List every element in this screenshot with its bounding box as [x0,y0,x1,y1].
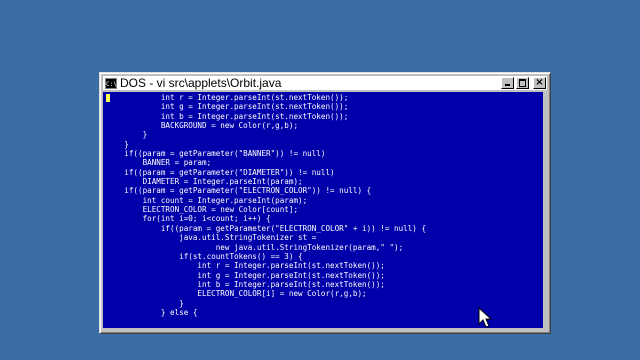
code-line: int r = Integer.parseInt(st.nextToken())… [106,261,385,271]
scrollbar[interactable] [543,92,547,328]
code-line: if((param = getParameter("DIAMETER")) !=… [106,167,335,177]
code-line: int b = Integer.parseInt(st.nextToken())… [106,279,385,289]
title-bar-buttons: × [501,77,546,89]
maximize-button[interactable] [516,77,529,89]
code-line: int g = Integer.parseInt(st.nextToken())… [106,102,349,112]
title-bar[interactable]: C:\ DOS - vi src\applets\Orbit.java × [103,76,547,90]
minimize-button[interactable] [501,77,514,89]
code-line: int g = Integer.parseInt(st.nextToken())… [106,270,385,280]
window-title: DOS - vi src\applets\Orbit.java [120,76,282,90]
code-line: int count = Integer.parseInt(param); [106,195,308,205]
code-line: } [106,130,148,140]
code-line: if((param = getParameter("BANNER")) != n… [106,149,326,159]
code-line: BACKGROUND = new Color(r,g,b); [106,121,299,131]
code-line: DIAMETER = Integer.parseInt(param); [106,177,303,187]
code-line: BANNER = param; [106,158,212,168]
dos-prompt-icon[interactable]: C:\ [105,77,117,89]
code-line: java.util.StringTokenizer st = [106,233,317,243]
code-line: new java.util.StringTokenizer(param," ")… [106,242,404,252]
dos-window[interactable]: C:\ DOS - vi src\applets\Orbit.java × in… [99,72,551,334]
close-button[interactable]: × [533,77,546,89]
code-line: int b = Integer.parseInt(st.nextToken())… [106,111,349,121]
code-line: if((param = getParameter("ELECTRON_COLOR… [106,186,372,196]
code-line: ELECTRON_COLOR = new Color[count]; [106,205,299,215]
code-line: } [106,139,129,149]
code-line: for(int i=0; i<count; i++) { [106,214,271,224]
code-line: if(st.countTokens() == 3) { [106,251,303,261]
code-line: ELECTRON_COLOR[i] = new Color(r,g,b); [106,289,367,299]
editor-text: int r = Integer.parseInt(st.nextToken())… [106,93,543,328]
code-line: if((param = getParameter("ELECTRON_COLOR… [106,223,427,233]
code-line: int r = Integer.parseInt(st.nextToken())… [106,93,349,102]
console-area[interactable]: int r = Integer.parseInt(st.nextToken())… [103,92,543,328]
mouse-pointer-icon [478,307,493,328]
